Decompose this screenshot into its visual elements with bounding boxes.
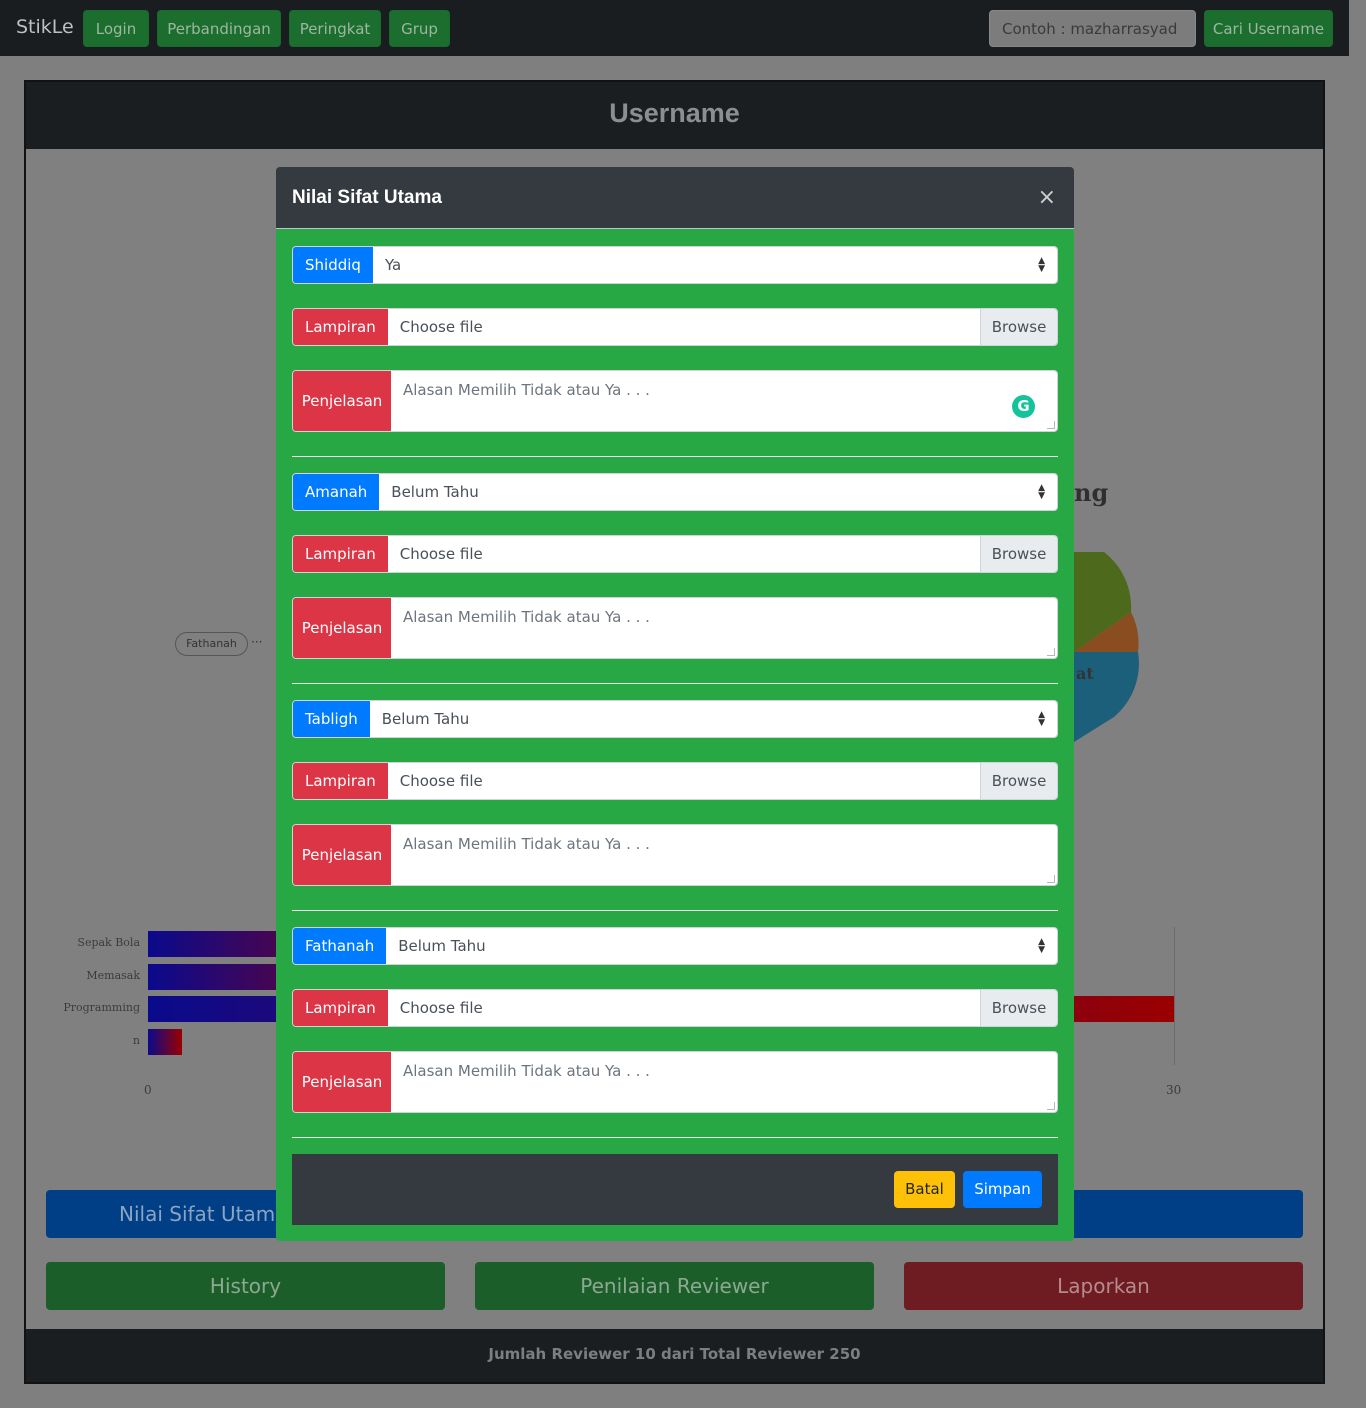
save-button[interactable]: Simpan	[963, 1171, 1042, 1208]
amanah-explanation[interactable]: Penjelasan Alasan Memilih Tidak atau Ya …	[292, 597, 1058, 659]
bar-category-label: Programming	[63, 1001, 140, 1014]
nav-login-button[interactable]: Login	[83, 10, 149, 47]
section-divider	[292, 683, 1058, 684]
select-label: Shiddiq	[293, 247, 373, 283]
explanation-textarea[interactable]: Alasan Memilih Tidak atau Ya . . . G	[391, 371, 1057, 431]
explanation-label: Penjelasan	[293, 1052, 391, 1112]
shiddiq-explanation[interactable]: Penjelasan Alasan Memilih Tidak atau Ya …	[292, 370, 1058, 432]
explanation-textarea[interactable]: Alasan Memilih Tidak atau Ya . . .	[391, 598, 1057, 658]
penilaian-reviewer-button[interactable]: Penilaian Reviewer	[475, 1262, 874, 1310]
bar-n	[148, 1028, 183, 1055]
resize-handle-icon[interactable]	[1047, 1102, 1055, 1110]
bar-category-label: Sepak Bola	[77, 936, 140, 949]
attachment-label: Lampiran	[293, 990, 388, 1026]
select-value[interactable]: Ya ▲ ▼	[372, 247, 1057, 283]
nav-peringkat-button[interactable]: Peringkat	[289, 10, 381, 47]
laporkan-button[interactable]: Laporkan	[904, 1262, 1303, 1310]
search-username-button[interactable]: Cari Username	[1204, 10, 1333, 47]
browse-button[interactable]: Browse	[980, 763, 1057, 799]
explanation-label: Penjelasan	[293, 598, 391, 658]
card-footer: Jumlah Reviewer 10 dari Total Reviewer 2…	[26, 1329, 1323, 1382]
modal-title: Nilai Sifat Utama	[292, 187, 442, 208]
explanation-label: Penjelasan	[293, 371, 391, 431]
section-divider	[292, 1137, 1058, 1138]
select-arrows-icon: ▲ ▼	[1038, 710, 1045, 728]
shiddiq-attachment[interactable]: Lampiran Choose file Browse	[292, 308, 1058, 346]
select-value[interactable]: Belum Tahu ▲ ▼	[379, 474, 1057, 510]
cancel-button[interactable]: Batal	[894, 1171, 955, 1208]
attachment-label: Lampiran	[293, 763, 388, 799]
file-input[interactable]: Choose file	[387, 990, 980, 1026]
selected-option: Belum Tahu	[381, 710, 470, 728]
tabligh-select[interactable]: Tabligh Belum Tahu ▲ ▼	[292, 700, 1058, 738]
tabligh-explanation[interactable]: Penjelasan Alasan Memilih Tidak atau Ya …	[292, 824, 1058, 886]
select-arrows-icon: ▲ ▼	[1038, 483, 1045, 501]
modal-footer: Batal Simpan	[292, 1154, 1058, 1225]
textarea-placeholder: Alasan Memilih Tidak atau Ya . . .	[403, 381, 650, 399]
attachment-label: Lampiran	[293, 536, 388, 572]
fathanah-explanation[interactable]: Penjelasan Alasan Memilih Tidak atau Ya …	[292, 1051, 1058, 1113]
close-icon[interactable]: ×	[1038, 187, 1056, 209]
selected-option: Belum Tahu	[391, 483, 479, 501]
nilai-sifat-utama-modal: Nilai Sifat Utama × Shiddiq Ya ▲ ▼ Lampir…	[276, 167, 1074, 1241]
select-label: Amanah	[293, 474, 380, 510]
nav-grup-button[interactable]: Grup	[389, 10, 450, 47]
select-value[interactable]: Belum Tahu ▲ ▼	[369, 701, 1057, 737]
textarea-placeholder: Alasan Memilih Tidak atau Ya . . .	[403, 1062, 650, 1080]
modal-header: Nilai Sifat Utama ×	[276, 167, 1074, 229]
x-tick-label: 0	[144, 1083, 152, 1097]
select-value[interactable]: Belum Tahu ▲ ▼	[386, 928, 1057, 964]
nav-perbandingan-button[interactable]: Perbandingan	[157, 10, 281, 47]
amanah-select[interactable]: Amanah Belum Tahu ▲ ▼	[292, 473, 1058, 511]
resize-handle-icon[interactable]	[1047, 875, 1055, 883]
bar-category-label: n	[132, 1033, 140, 1047]
amanah-attachment[interactable]: Lampiran Choose file Browse	[292, 535, 1058, 573]
explanation-textarea[interactable]: Alasan Memilih Tidak atau Ya . . .	[391, 1052, 1057, 1112]
resize-handle-icon[interactable]	[1047, 648, 1055, 656]
attachment-label: Lampiran	[293, 309, 388, 345]
browse-button[interactable]: Browse	[980, 309, 1057, 345]
explanation-label: Penjelasan	[293, 825, 391, 885]
tabligh-attachment[interactable]: Lampiran Choose file Browse	[292, 762, 1058, 800]
file-input[interactable]: Choose file	[387, 763, 980, 799]
brand-logo[interactable]: StikLe	[16, 16, 74, 38]
select-label: Fathanah	[293, 928, 387, 964]
reviewer-count-text: Jumlah Reviewer 10 dari Total Reviewer 2…	[488, 1345, 861, 1363]
explanation-textarea[interactable]: Alasan Memilih Tidak atau Ya . . .	[391, 825, 1057, 885]
select-arrows-icon: ▲ ▼	[1038, 256, 1045, 274]
textarea-placeholder: Alasan Memilih Tidak atau Ya . . .	[403, 835, 650, 853]
resize-handle-icon[interactable]	[1047, 421, 1055, 429]
select-arrows-icon: ▲ ▼	[1038, 937, 1045, 955]
fathanah-select[interactable]: Fathanah Belum Tahu ▲ ▼	[292, 927, 1058, 965]
section-divider	[292, 910, 1058, 911]
shiddiq-select[interactable]: Shiddiq Ya ▲ ▼	[292, 246, 1058, 284]
select-label: Tabligh	[293, 701, 370, 737]
file-input[interactable]: Choose file	[387, 536, 980, 572]
chart-gridline	[1174, 927, 1175, 1065]
browse-button[interactable]: Browse	[980, 536, 1057, 572]
textarea-placeholder: Alasan Memilih Tidak atau Ya . . .	[403, 608, 650, 626]
x-tick-label: 30	[1166, 1083, 1182, 1097]
selected-option: Ya	[384, 256, 402, 274]
section-divider	[292, 456, 1058, 457]
bar-category-label: Memasak	[86, 968, 140, 982]
navbar: StikLe Login Perbandingan Peringkat Grup…	[0, 0, 1349, 56]
browse-button[interactable]: Browse	[980, 990, 1057, 1026]
username-search-input[interactable]: Contoh : mazharrasyad	[989, 10, 1196, 47]
grammarly-icon[interactable]: G	[1012, 395, 1035, 418]
history-button[interactable]: History	[46, 1262, 445, 1310]
selected-option: Belum Tahu	[398, 937, 486, 955]
fathanah-attachment[interactable]: Lampiran Choose file Browse	[292, 989, 1058, 1027]
file-input[interactable]: Choose file	[387, 309, 980, 345]
